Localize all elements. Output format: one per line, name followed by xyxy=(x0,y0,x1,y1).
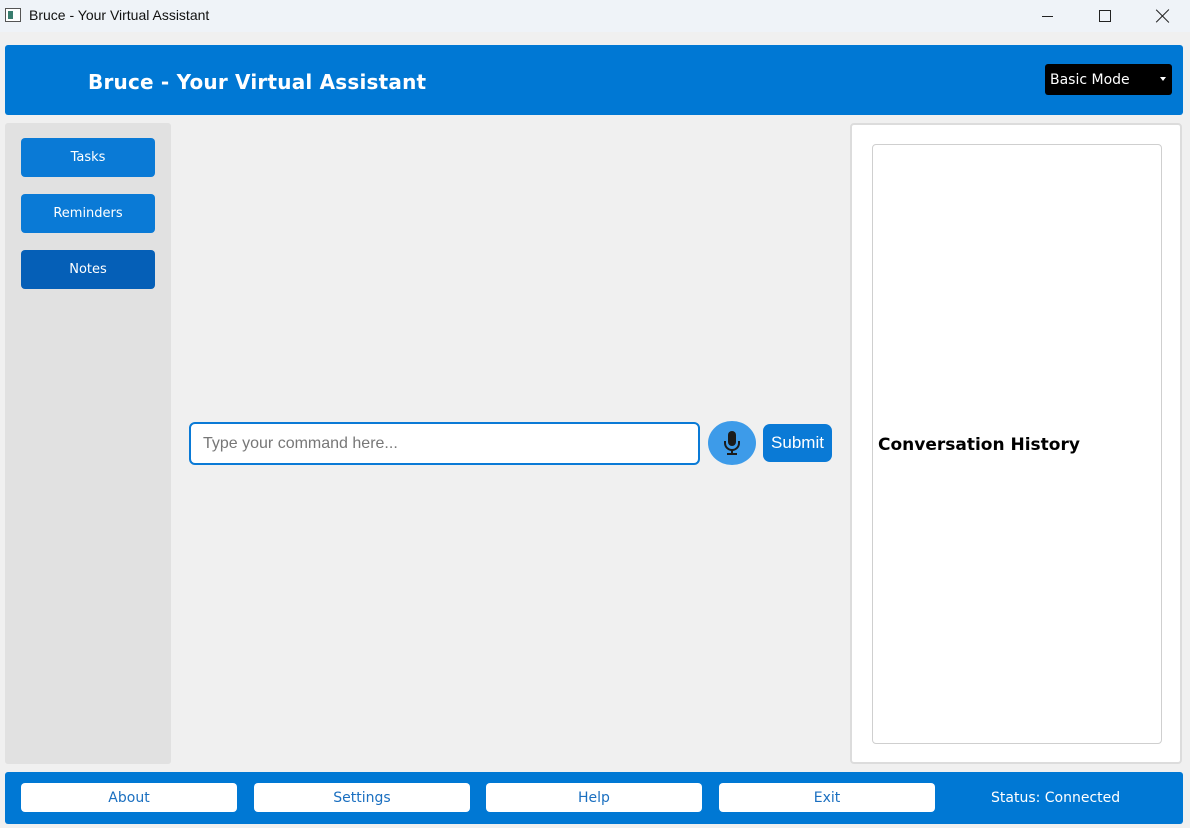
minimize-icon xyxy=(1041,15,1053,17)
close-button[interactable] xyxy=(1134,0,1190,32)
app-window: Bruce - Your Virtual Assistant Bruce - Y… xyxy=(0,0,1190,828)
mode-dropdown-value: Basic Mode xyxy=(1050,71,1130,88)
sidebar-item-tasks[interactable]: Tasks xyxy=(21,138,155,177)
mode-dropdown[interactable]: Basic Mode xyxy=(1045,64,1172,95)
microphone-icon xyxy=(724,431,740,455)
close-icon xyxy=(1156,9,1170,23)
submit-button[interactable]: Submit xyxy=(763,424,832,462)
minimize-button[interactable] xyxy=(1018,0,1076,32)
microphone-button[interactable] xyxy=(708,421,756,465)
help-button[interactable]: Help xyxy=(486,783,702,812)
maximize-button[interactable] xyxy=(1076,0,1134,32)
command-input[interactable] xyxy=(189,422,700,465)
about-button[interactable]: About xyxy=(21,783,237,812)
sidebar-item-notes[interactable]: Notes xyxy=(21,250,155,289)
window-titlebar: Bruce - Your Virtual Assistant xyxy=(0,0,1190,32)
status-label: Status: Connected xyxy=(991,790,1121,806)
app-header: Bruce - Your Virtual Assistant Basic Mod… xyxy=(5,45,1183,115)
sidebar-item-reminders[interactable]: Reminders xyxy=(21,194,155,233)
footer-bar: About Settings Help Exit Status: Connect… xyxy=(5,772,1183,824)
window-title: Bruce - Your Virtual Assistant xyxy=(29,7,210,23)
conversation-title: Conversation History xyxy=(878,435,1080,455)
dropdown-caret-icon xyxy=(1160,77,1166,81)
header-title: Bruce - Your Virtual Assistant xyxy=(88,70,427,94)
settings-button[interactable]: Settings xyxy=(254,783,470,812)
conversation-history-box[interactable]: Conversation History xyxy=(872,144,1162,744)
maximize-icon xyxy=(1099,10,1111,22)
conversation-panel: Conversation History xyxy=(850,123,1182,764)
app-icon xyxy=(5,8,21,22)
exit-button[interactable]: Exit xyxy=(719,783,935,812)
sidebar: Tasks Reminders Notes xyxy=(5,123,171,764)
